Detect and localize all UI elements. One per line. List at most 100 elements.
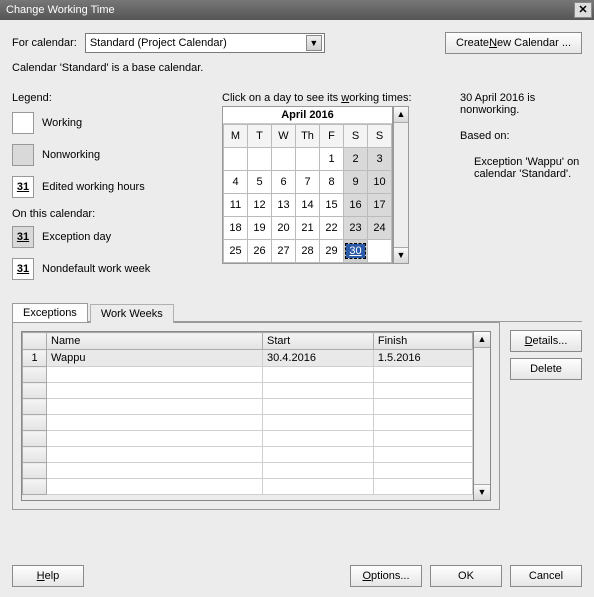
tab-exceptions[interactable]: Exceptions — [12, 303, 88, 322]
table-row[interactable]: 1Wappu30.4.20161.5.2016 — [23, 350, 473, 367]
legend: Legend: Working Nonworking 31 Edited wor… — [12, 92, 212, 290]
calendar-cell[interactable]: 10 — [368, 171, 392, 194]
scroll-up-icon[interactable]: ▲ — [474, 332, 490, 348]
calendar-cell[interactable] — [296, 148, 320, 171]
calendar-cell[interactable]: 18 — [224, 217, 248, 240]
edited-swatch: 31 — [12, 176, 34, 198]
info-detail-1: Exception 'Wappu' on — [474, 156, 582, 168]
info-panel: 30 April 2016 is nonworking. Based on: E… — [452, 92, 582, 290]
calendar-cell[interactable] — [248, 148, 272, 171]
window-title: Change Working Time — [6, 4, 115, 16]
legend-nondefault: Nondefault work week — [42, 263, 150, 275]
help-button[interactable]: Help — [12, 565, 84, 587]
delete-button[interactable]: Delete — [510, 358, 582, 380]
calendar-select-value: Standard (Project Calendar) — [90, 37, 227, 49]
calendar-cell[interactable]: 25 — [224, 240, 248, 263]
calendar-cell[interactable]: 8 — [320, 171, 344, 194]
calendar-hint: Click on a day to see its working times: — [222, 92, 442, 104]
calendar-scrollbar[interactable]: ▲ ▼ — [393, 106, 409, 264]
info-date-status: 30 April 2016 is nonworking. — [460, 92, 582, 116]
calendar-cell[interactable]: 21 — [296, 217, 320, 240]
cancel-button[interactable]: Cancel — [510, 565, 582, 587]
calendar-cell[interactable]: 4 — [224, 171, 248, 194]
calendar-cell[interactable]: 23 — [344, 217, 368, 240]
calendar-cell[interactable] — [224, 148, 248, 171]
calendar-header: F — [320, 125, 344, 148]
table-row[interactable] — [23, 367, 473, 383]
grid-scrollbar[interactable]: ▲ ▼ — [474, 332, 490, 500]
calendar-cell[interactable]: 26 — [248, 240, 272, 263]
col-start[interactable]: Start — [263, 333, 374, 350]
info-detail-2: calendar 'Standard'. — [474, 168, 582, 180]
calendar-cell[interactable]: 19 — [248, 217, 272, 240]
legend-nonworking: Nonworking — [42, 149, 100, 161]
nonworking-swatch — [12, 144, 34, 166]
calendar-cell[interactable]: 3 — [368, 148, 392, 171]
chevron-down-icon[interactable]: ▼ — [306, 35, 322, 51]
legend-title: Legend: — [12, 92, 212, 104]
calendar-cell[interactable]: 14 — [296, 194, 320, 217]
tabs: Exceptions Work Weeks — [12, 302, 582, 322]
table-row[interactable] — [23, 447, 473, 463]
col-finish[interactable]: Finish — [373, 333, 472, 350]
calendar[interactable]: April 2016 MTWThFSS123456789101112131415… — [222, 106, 393, 264]
calendar-cell[interactable]: 2 — [344, 148, 368, 171]
ok-button[interactable]: OK — [430, 565, 502, 587]
calendar-header: T — [248, 125, 272, 148]
calendar-cell[interactable]: 28 — [296, 240, 320, 263]
calendar-cell[interactable]: 6 — [272, 171, 296, 194]
calendar-cell[interactable]: 17 — [368, 194, 392, 217]
calendar-cell[interactable]: 22 — [320, 217, 344, 240]
scroll-down-icon[interactable]: ▼ — [474, 484, 490, 500]
calendar-cell[interactable]: 12 — [248, 194, 272, 217]
exceptions-grid[interactable]: NameStartFinish1Wappu30.4.20161.5.2016 ▲… — [21, 331, 491, 501]
calendar-cell[interactable]: 27 — [272, 240, 296, 263]
calendar-header: Th — [296, 125, 320, 148]
col-name[interactable]: Name — [47, 333, 263, 350]
legend-edited: Edited working hours — [42, 181, 145, 193]
table-row[interactable] — [23, 415, 473, 431]
calendar-cell[interactable]: 24 — [368, 217, 392, 240]
table-row[interactable] — [23, 479, 473, 495]
calendar-cell[interactable]: 20 — [272, 217, 296, 240]
calendar-header: S — [344, 125, 368, 148]
calendar-cell[interactable] — [272, 148, 296, 171]
create-new-calendar-button[interactable]: Create New Calendar ... — [445, 32, 582, 54]
calendar-cell[interactable] — [368, 240, 392, 263]
table-row[interactable] — [23, 463, 473, 479]
options-button[interactable]: Options... — [350, 565, 422, 587]
scroll-up-icon[interactable]: ▲ — [394, 107, 408, 123]
calendar-cell[interactable]: 7 — [296, 171, 320, 194]
calendar-header: W — [272, 125, 296, 148]
calendar-cell[interactable]: 16 — [344, 194, 368, 217]
scroll-down-icon[interactable]: ▼ — [394, 247, 408, 263]
info-basedon: Based on: — [460, 130, 582, 142]
calendar-cell[interactable]: 9 — [344, 171, 368, 194]
for-calendar-label: For calendar: — [12, 37, 77, 49]
calendar-cell[interactable]: 29 — [320, 240, 344, 263]
calendar-cell[interactable]: 1 — [320, 148, 344, 171]
calendar-title: April 2016 — [223, 107, 392, 124]
table-row[interactable] — [23, 399, 473, 415]
table-row[interactable] — [23, 431, 473, 447]
calendar-cell[interactable]: 11 — [224, 194, 248, 217]
calendar-cell[interactable]: 30 — [344, 240, 368, 263]
table-row[interactable] — [23, 383, 473, 399]
legend-onthis: On this calendar: — [12, 208, 212, 220]
calendar-select[interactable]: Standard (Project Calendar) ▼ — [85, 33, 325, 53]
calendar-grid[interactable]: MTWThFSS12345678910111213141516171819202… — [223, 124, 392, 263]
exception-swatch: 31 — [12, 226, 34, 248]
legend-working: Working — [42, 117, 82, 129]
working-swatch — [12, 112, 34, 134]
nondefault-swatch: 31 — [12, 258, 34, 280]
calendar-cell[interactable]: 13 — [272, 194, 296, 217]
titlebar: Change Working Time ✕ — [0, 0, 594, 20]
calendar-cell[interactable]: 15 — [320, 194, 344, 217]
calendar-header: S — [368, 125, 392, 148]
base-calendar-text: Calendar 'Standard' is a base calendar. — [12, 62, 582, 74]
details-button[interactable]: Details... — [510, 330, 582, 352]
calendar-header: M — [224, 125, 248, 148]
calendar-cell[interactable]: 5 — [248, 171, 272, 194]
close-icon[interactable]: ✕ — [574, 2, 592, 18]
tab-workweeks[interactable]: Work Weeks — [90, 304, 174, 323]
